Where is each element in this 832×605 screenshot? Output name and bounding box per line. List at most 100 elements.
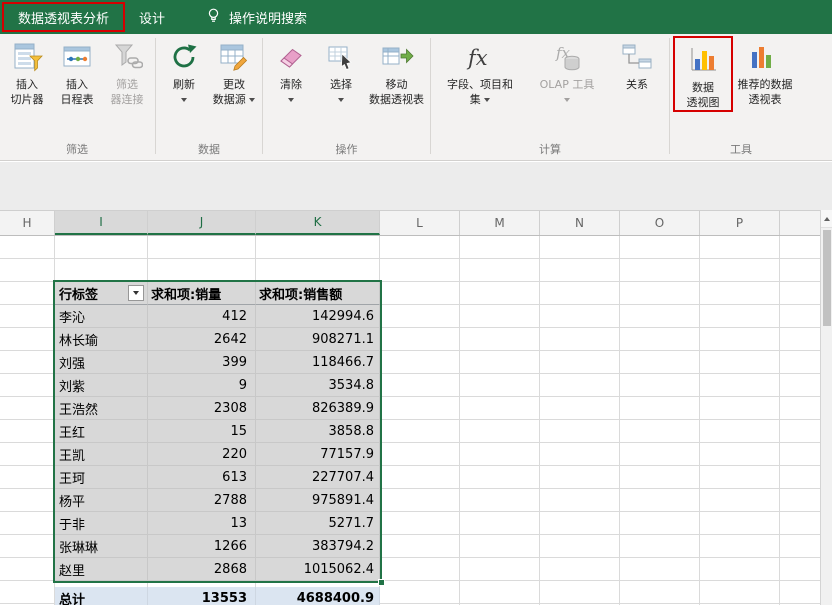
svg-text:fx: fx (466, 46, 488, 70)
cell[interactable]: 613 (148, 466, 256, 489)
row-labels-filter-button[interactable] (128, 285, 144, 301)
clear-button[interactable]: 清除 (266, 35, 316, 107)
cell[interactable]: 826389.9 (256, 397, 380, 420)
column-header-H[interactable]: H (0, 211, 55, 235)
cell[interactable]: 2642 (148, 328, 256, 351)
cell[interactable]: 杨平 (55, 489, 148, 512)
column-headers: H I J K L M N O P (0, 210, 820, 236)
cell[interactable]: 975891.4 (256, 489, 380, 512)
column-header-M[interactable]: M (460, 211, 540, 235)
fx-icon: fx (463, 39, 497, 75)
cell[interactable]: 3858.8 (256, 420, 380, 443)
select-button[interactable]: 选择 (316, 35, 366, 107)
cell[interactable]: 3534.8 (256, 374, 380, 397)
filter-caret-icon (133, 291, 139, 295)
column-header-K[interactable]: K (256, 211, 380, 235)
insert-slicer-button[interactable]: 插入 切片器 (2, 35, 52, 107)
tab-design[interactable]: 设计 (125, 2, 179, 32)
tab-pivottable-analyze[interactable]: 数据透视表分析 (2, 2, 125, 32)
fields-items-sets-caret (484, 98, 490, 102)
cell[interactable]: 908271.1 (256, 328, 380, 351)
formula-bar-area (0, 162, 832, 210)
cell[interactable]: 383794.2 (256, 535, 380, 558)
column-header-O[interactable]: O (620, 211, 700, 235)
pivot-header-row: 行标签 求和项:销量 求和项:销售额 (55, 282, 380, 305)
sum-amount-header-cell[interactable]: 求和项:销售额 (256, 282, 380, 305)
cell[interactable]: 王凯 (55, 443, 148, 466)
cell[interactable]: 1266 (148, 535, 256, 558)
column-header-L[interactable]: L (380, 211, 460, 235)
pivot-row: 王浩然 2308 826389.9 (55, 397, 380, 420)
cell[interactable]: 5271.7 (256, 512, 380, 535)
sum-qty-header-cell[interactable]: 求和项:销量 (148, 282, 256, 305)
row-labels-header-cell[interactable]: 行标签 (55, 282, 148, 305)
total-qty-cell[interactable]: 13553 (148, 587, 256, 605)
filter-connections-button[interactable]: 筛选 器连接 (102, 35, 152, 107)
pivot-table: 行标签 求和项:销量 求和项:销售额 李沁 412 142994.6 林长瑜 2… (55, 282, 380, 581)
cell[interactable]: 李沁 (55, 305, 148, 328)
cell[interactable]: 142994.6 (256, 305, 380, 328)
cell[interactable]: 2308 (148, 397, 256, 420)
olap-tools-button[interactable]: fx OLAP 工具 (526, 35, 608, 107)
worksheet-grid[interactable]: 行标签 求和项:销量 求和项:销售额 李沁 412 142994.6 林长瑜 2… (0, 236, 820, 605)
pivotchart-button[interactable]: 数据 透视图 (675, 38, 731, 110)
lightbulb-icon (205, 7, 222, 28)
ribbon-group-filter: 插入 切片器 插入 日程表 (0, 34, 154, 160)
column-header-I[interactable]: I (55, 211, 148, 235)
cell[interactable]: 2788 (148, 489, 256, 512)
scrollbar-thumb[interactable] (823, 230, 831, 326)
tell-me-label: 操作说明搜索 (229, 8, 307, 27)
total-label-cell[interactable]: 总计 (55, 587, 148, 605)
cell[interactable]: 2868 (148, 558, 256, 581)
cell[interactable]: 13 (148, 512, 256, 535)
vertical-scrollbar[interactable] (820, 210, 832, 605)
relationships-button[interactable]: 关系 (608, 35, 666, 92)
cell[interactable]: 118466.7 (256, 351, 380, 374)
pivot-row: 杨平 2788 975891.4 (55, 489, 380, 512)
cell[interactable]: 王浩然 (55, 397, 148, 420)
excel-window: 数据透视表分析 设计 操作说明搜索 (0, 0, 832, 605)
cell[interactable]: 刘紫 (55, 374, 148, 397)
cell[interactable]: 赵里 (55, 558, 148, 581)
cell[interactable]: 9 (148, 374, 256, 397)
fields-items-sets-button[interactable]: fx 字段、项目和 集 (434, 35, 526, 107)
cell[interactable]: 77157.9 (256, 443, 380, 466)
cell[interactable]: 王红 (55, 420, 148, 443)
fill-handle[interactable] (378, 579, 385, 586)
change-data-source-icon (218, 39, 250, 75)
group-label-data: 数据 (159, 142, 259, 160)
scroll-up-button[interactable] (821, 210, 832, 228)
cell[interactable]: 张琳琳 (55, 535, 148, 558)
cell[interactable]: 王珂 (55, 466, 148, 489)
cell[interactable]: 林长瑜 (55, 328, 148, 351)
gridline (779, 236, 780, 605)
cell[interactable]: 412 (148, 305, 256, 328)
olap-tools-icon: fx (552, 39, 582, 75)
change-data-source-button[interactable]: 更改 数据源 (209, 35, 259, 107)
move-pivottable-button[interactable]: 移动 数据透视表 (366, 35, 427, 107)
ribbon-group-data: 刷新 更改 数据源 (157, 34, 261, 160)
column-header-partial[interactable] (780, 211, 820, 235)
cell[interactable]: 399 (148, 351, 256, 374)
insert-timeline-button[interactable]: 插入 日程表 (52, 35, 102, 107)
cell[interactable]: 于非 (55, 512, 148, 535)
gridline (699, 236, 700, 605)
column-header-P[interactable]: P (700, 211, 780, 235)
ribbon-separator (262, 38, 263, 154)
gridline (459, 236, 460, 605)
refresh-dropdown-caret (181, 98, 187, 102)
pivot-row: 王珂 613 227707.4 (55, 466, 380, 489)
cell[interactable]: 1015062.4 (256, 558, 380, 581)
cell[interactable]: 15 (148, 420, 256, 443)
column-header-J[interactable]: J (148, 211, 256, 235)
column-header-N[interactable]: N (540, 211, 620, 235)
cell[interactable]: 刘强 (55, 351, 148, 374)
pivot-row: 林长瑜 2642 908271.1 (55, 328, 380, 351)
cell[interactable]: 220 (148, 443, 256, 466)
tell-me-search[interactable]: 操作说明搜索 (205, 7, 307, 28)
recommended-pivottables-button[interactable]: 推荐的数据 透视表 (733, 35, 797, 107)
refresh-button[interactable]: 刷新 (159, 35, 209, 107)
ribbon-group-calculations: fx 字段、项目和 集 fx OLAP 工具 (432, 34, 668, 160)
total-amount-cell[interactable]: 4688400.9 (256, 587, 380, 605)
cell[interactable]: 227707.4 (256, 466, 380, 489)
